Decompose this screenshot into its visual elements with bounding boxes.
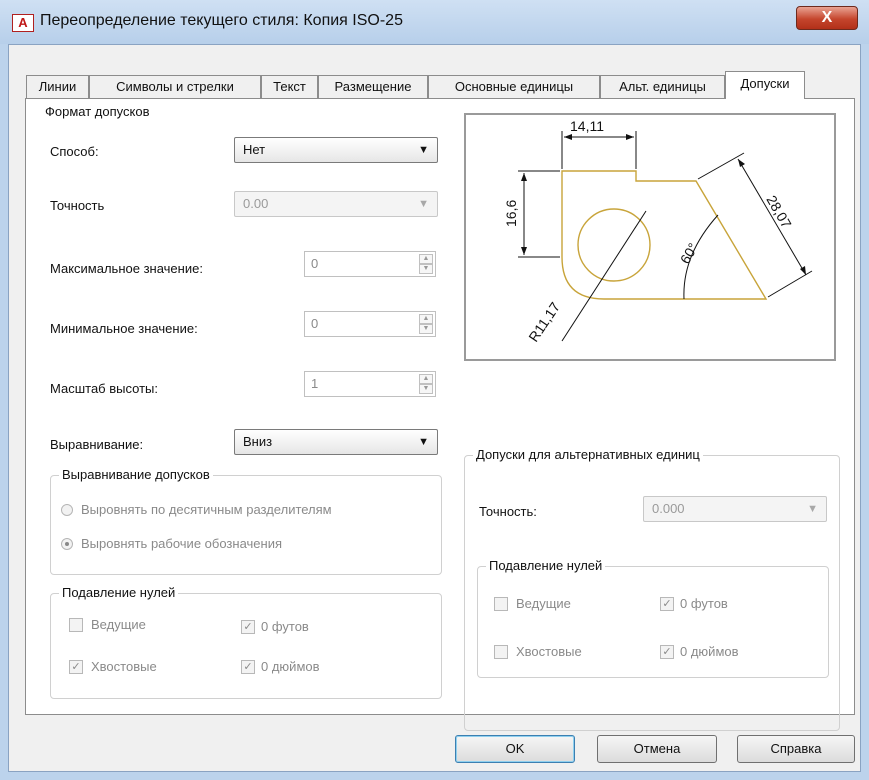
close-button[interactable]: X bbox=[796, 6, 858, 30]
min-value-spinner[interactable]: 0 ▲ ▼ bbox=[304, 311, 436, 337]
align-symbols-label: Выровнять рабочие обозначения bbox=[81, 536, 282, 551]
tab-alternate-units[interactable]: Альт. единицы bbox=[600, 75, 725, 98]
min-value: 0 bbox=[311, 316, 319, 331]
trailing-zeros-checkbox[interactable]: ✓ bbox=[69, 660, 83, 674]
spin-down-icon[interactable]: ▼ bbox=[419, 264, 433, 274]
inches-checkbox[interactable]: ✓ bbox=[241, 660, 255, 674]
feet-checkbox[interactable]: ✓ bbox=[241, 620, 255, 634]
hole-circle bbox=[577, 208, 651, 282]
autocad-app-icon: A bbox=[12, 14, 34, 32]
part-outline bbox=[561, 170, 768, 300]
min-value-label: Минимальное значение: bbox=[50, 321, 198, 336]
window-title: Переопределение текущего стиля: Копия IS… bbox=[40, 12, 403, 29]
dim-right-label: 28,07 bbox=[763, 193, 794, 232]
chevron-down-icon: ▼ bbox=[418, 198, 429, 210]
align-decimal-radio[interactable] bbox=[61, 504, 73, 516]
leading-zeros-checkbox[interactable] bbox=[69, 618, 83, 632]
height-scale-value: 1 bbox=[311, 376, 319, 391]
alt-leading-zeros-label: Ведущие bbox=[516, 596, 571, 611]
tolerance-alignment-title: Выравнивание допусков bbox=[59, 467, 213, 482]
spin-down-icon[interactable]: ▼ bbox=[419, 384, 433, 394]
chevron-down-icon: ▼ bbox=[418, 144, 429, 156]
dim-top-label: 14,11 bbox=[570, 118, 604, 134]
dim-radius-label: R11,17 bbox=[525, 299, 563, 345]
feet-label: 0 футов bbox=[261, 619, 309, 634]
alt-trailing-zeros-checkbox[interactable] bbox=[494, 645, 508, 659]
leading-zeros-label: Ведущие bbox=[91, 617, 146, 632]
height-scale-label: Масштаб высоты: bbox=[50, 381, 158, 396]
vertical-position-value: Вниз bbox=[243, 434, 273, 449]
alt-precision-label: Точность: bbox=[479, 504, 537, 519]
dim-left-label: 16,6 bbox=[503, 200, 519, 227]
precision-value: 0.00 bbox=[243, 196, 269, 211]
height-scale-spinner[interactable]: 1 ▲ ▼ bbox=[304, 371, 436, 397]
chevron-down-icon: ▼ bbox=[418, 436, 429, 448]
alt-zero-suppression-group: Подавление нулей Ведущие ✓ 0 футов Хвост… bbox=[477, 558, 829, 678]
spin-up-icon[interactable]: ▲ bbox=[419, 314, 433, 324]
dimension-preview-drawing: 14,11 16,6 28,07 60° R11,17 bbox=[503, 118, 813, 345]
precision-select[interactable]: 0.00 ▼ bbox=[234, 191, 438, 217]
alt-tolerance-title: Допуски для альтернативных единиц bbox=[473, 447, 703, 462]
chevron-down-icon: ▼ bbox=[807, 503, 818, 515]
tolerances-page: Формат допусков Способ: Нет ▼ Точность 0… bbox=[25, 98, 855, 731]
precision-label: Точность bbox=[50, 198, 105, 213]
alt-leading-zeros-checkbox[interactable] bbox=[494, 597, 508, 611]
vertical-position-select[interactable]: Вниз ▼ bbox=[234, 429, 438, 455]
title-bar[interactable]: A Переопределение текущего стиля: Копия … bbox=[0, 0, 869, 44]
alt-tolerance-group: Допуски для альтернативных единиц Точнос… bbox=[464, 447, 840, 731]
alt-precision-value: 0.000 bbox=[652, 501, 685, 516]
max-value-spinner[interactable]: 0 ▲ ▼ bbox=[304, 251, 436, 277]
spin-down-icon[interactable]: ▼ bbox=[419, 324, 433, 334]
max-value-label: Максимальное значение: bbox=[50, 261, 203, 276]
alt-zero-suppression-title: Подавление нулей bbox=[486, 558, 606, 573]
max-value: 0 bbox=[311, 256, 319, 271]
align-symbols-radio[interactable] bbox=[61, 538, 73, 550]
inches-label: 0 дюймов bbox=[261, 659, 320, 674]
close-icon: X bbox=[821, 9, 833, 26]
tab-fit[interactable]: Размещение bbox=[318, 75, 428, 98]
trailing-zeros-label: Хвостовые bbox=[91, 659, 157, 674]
method-select[interactable]: Нет ▼ bbox=[234, 137, 438, 163]
spin-up-icon[interactable]: ▲ bbox=[419, 374, 433, 384]
alt-inches-label: 0 дюймов bbox=[680, 644, 739, 659]
tab-text[interactable]: Текст bbox=[261, 75, 318, 98]
tab-lines[interactable]: Линии bbox=[26, 75, 89, 98]
method-label: Способ: bbox=[50, 144, 99, 159]
alt-precision-select[interactable]: 0.000 ▼ bbox=[643, 496, 827, 522]
zero-suppression-title: Подавление нулей bbox=[59, 585, 179, 600]
tab-primary-units[interactable]: Основные единицы bbox=[428, 75, 600, 98]
alt-feet-label: 0 футов bbox=[680, 596, 728, 611]
preview-panel: 14,11 16,6 28,07 60° R11,17 bbox=[464, 113, 836, 361]
ok-button[interactable]: OK bbox=[455, 735, 575, 763]
spin-up-icon[interactable]: ▲ bbox=[419, 254, 433, 264]
dialog-window: A Переопределение текущего стиля: Копия … bbox=[0, 0, 869, 780]
tab-symbols-arrows[interactable]: Символы и стрелки bbox=[89, 75, 261, 98]
tolerance-format-title: Формат допусков bbox=[42, 104, 153, 119]
vertical-position-label: Выравнивание: bbox=[50, 437, 144, 452]
cancel-button[interactable]: Отмена bbox=[597, 735, 717, 763]
align-decimal-label: Выровнять по десятичным разделителям bbox=[81, 502, 332, 517]
method-value: Нет bbox=[243, 142, 266, 157]
tab-tolerances[interactable]: Допуски bbox=[725, 71, 805, 99]
zero-suppression-group: Подавление нулей Ведущие ✓ 0 футов ✓ Хво… bbox=[50, 585, 442, 699]
dialog-body: Линии Символы и стрелки Текст Размещение… bbox=[8, 44, 861, 772]
tolerance-alignment-group: Выравнивание допусков Выровнять по десят… bbox=[50, 467, 442, 575]
alt-inches-checkbox[interactable]: ✓ bbox=[660, 645, 674, 659]
help-button[interactable]: Справка bbox=[737, 735, 855, 763]
alt-trailing-zeros-label: Хвостовые bbox=[516, 644, 582, 659]
alt-feet-checkbox[interactable]: ✓ bbox=[660, 597, 674, 611]
